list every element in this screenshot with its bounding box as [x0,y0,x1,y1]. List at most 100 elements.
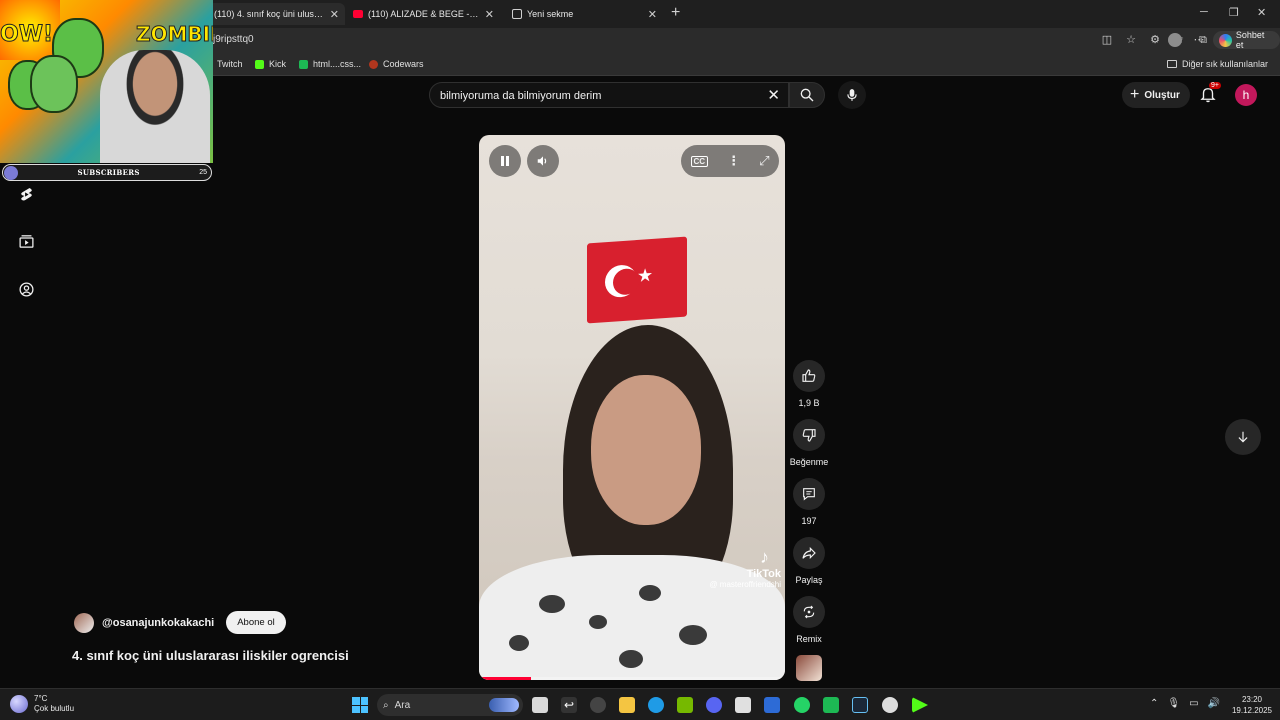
tab-new[interactable]: Yeni sekme ✕ [506,3,663,25]
bookmark-other-folder[interactable]: Diğer sık kullanılanlar [1166,59,1268,69]
comments-count: 197 [801,516,817,526]
thumbs-down-icon [802,429,816,442]
display-tray-icon[interactable]: ▭ [1189,698,1198,709]
share-button[interactable]: Paylaş [789,537,829,585]
microphone-tray-icon[interactable]: 🎙 [1167,698,1180,709]
volume-icon [537,156,547,166]
weather-widget[interactable]: 7°C Çok bulutlu [10,694,74,714]
pause-button[interactable] [489,145,521,177]
copilot-icon [1219,33,1232,47]
video-progress-bar[interactable] [479,677,785,680]
dislike-button[interactable]: Beğenme [789,419,829,467]
subscribe-button[interactable]: Abone ol [226,611,286,634]
shorts-icon[interactable] [18,186,35,203]
copilot-chat-button[interactable]: Sohbet et [1213,30,1280,50]
account-avatar[interactable]: h [1235,84,1257,106]
search-box: ✕ [429,82,789,108]
short-title: 4. sınıf koç üni uluslararası iliskiler … [72,648,349,663]
channel-thumbnail[interactable] [796,655,822,681]
next-short-button[interactable] [1225,419,1261,455]
clock-date: 19.12.2025 [1231,706,1273,715]
new-tab-plus-icon[interactable]: + [671,4,680,22]
tab-alizade[interactable]: (110) ALIZADE & BEGE - 24/7 (Offi ✕ [347,3,500,25]
discord-icon[interactable] [706,697,722,713]
search-button[interactable] [789,82,825,108]
channel-avatar[interactable] [74,612,94,633]
search-icon [800,88,814,102]
minimize-icon[interactable]: ─ [1200,6,1208,18]
video-subject-face [591,375,701,525]
tray-overflow-icon[interactable]: ⌃ [1150,698,1158,709]
create-button[interactable]: + Oluştur [1122,82,1190,108]
more-options-icon[interactable]: ⋮ [727,153,740,169]
webcam-overlay: OW! ZOMBIE! [0,0,213,163]
site-icon [299,59,308,69]
volume-tray-icon[interactable]: 🔊 [1208,698,1220,709]
like-button[interactable]: 1,9 B [789,360,829,408]
kick-app-icon[interactable] [912,697,928,713]
microphone-icon [847,89,857,101]
edge-icon[interactable] [648,697,664,713]
steam-icon[interactable] [852,697,868,713]
close-tab-icon[interactable]: ✕ [642,8,657,21]
window-close-icon[interactable]: ✕ [1257,6,1266,19]
chatgpt-icon[interactable] [590,697,606,713]
clear-search-icon[interactable]: ✕ [767,86,780,104]
bookmark-kick[interactable]: Kick [255,59,286,69]
bookmark-html-css[interactable]: html....css... [299,59,361,69]
windows-start-icon[interactable] [352,697,368,713]
app-icon[interactable] [735,697,751,713]
bookmark-twitch[interactable]: Twitch [217,59,243,69]
url-field[interactable]: j9ripsttq0 [213,34,254,45]
whatsapp-icon[interactable] [794,697,810,713]
split-screen-icon[interactable]: ◫ [1100,33,1114,47]
fullscreen-icon[interactable]: ⤢ [759,153,769,169]
volume-button[interactable] [527,145,559,177]
subscribers-count: 25 [199,169,207,176]
close-tab-icon[interactable]: ✕ [479,8,494,21]
file-explorer-icon[interactable] [619,697,635,713]
weather-icon [10,695,28,713]
captions-icon[interactable]: CC [690,155,709,167]
kick-icon [255,59,264,69]
more-menu-icon[interactable]: ⋯ [1192,33,1206,47]
bookmark-codewars[interactable]: Codewars [369,59,424,69]
subscriber-goal-bar: SUBSCRIBERS 25 [2,164,212,181]
extensions-icon[interactable]: ⚙ [1148,33,1162,47]
browser-profile-icon[interactable] [1168,33,1182,47]
taskbar-clock[interactable]: 23:20 19.12.2025 [1228,694,1276,716]
search-input[interactable] [440,87,760,104]
arrow-down-icon [1238,431,1248,443]
you-profile-icon[interactable] [18,281,35,298]
subscriptions-icon[interactable] [18,233,35,250]
favorite-star-icon[interactable]: ☆ [1124,33,1138,47]
taskbar-search[interactable]: ⌕ Ara [377,694,523,716]
share-icon [802,546,816,560]
app-icon[interactable] [764,697,780,713]
tab-active[interactable]: (110) 4. sınıf koç üni uluslararası ✕ [208,3,345,25]
streamer-webcam [100,50,210,163]
app-icon[interactable]: ↩ [561,697,577,713]
remix-button[interactable]: Remix [789,596,829,644]
app-icon[interactable] [823,697,839,713]
channel-row: @osanajunkokakachi Abone ol [74,611,286,634]
close-tab-icon[interactable]: ✕ [324,8,339,21]
notifications-button[interactable]: 9+ [1199,82,1221,103]
overlay-banner-word: ZOMBIE! [136,22,213,47]
tiktok-watermark: ♪ TikTok @ masteroffriendshi [699,547,781,589]
short-video-player[interactable]: ★ CC ⋮ ⤢ ♪ TikTok @ masteroffriendshi [479,135,785,680]
channel-handle[interactable]: @osanajunkokakachi [102,617,214,629]
voice-search-button[interactable] [838,81,866,109]
nvidia-icon[interactable] [677,697,693,713]
clock-time: 23:20 [1241,695,1263,704]
obs-icon[interactable] [882,697,898,713]
remix-icon [803,605,815,619]
comment-icon [803,488,815,501]
overlay-banner-word: OW! [0,22,54,48]
restore-icon[interactable]: ❐ [1229,6,1239,19]
chat-label: Sohbet et [1235,30,1265,50]
comments-button[interactable]: 197 [789,478,829,526]
crescent-icon [605,264,637,299]
codewars-icon [369,59,378,69]
task-view-icon[interactable] [532,697,548,713]
